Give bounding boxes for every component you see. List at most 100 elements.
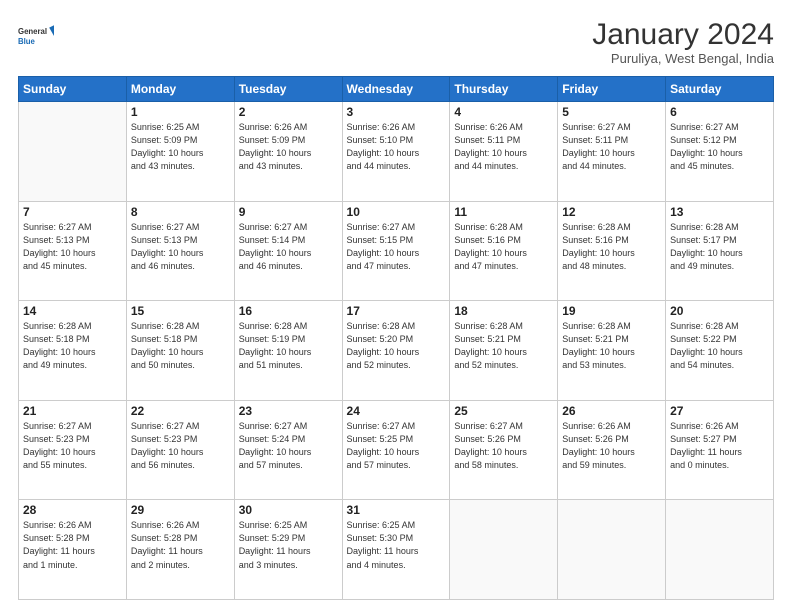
cell-info: Sunrise: 6:25 AMSunset: 5:09 PMDaylight:… [131, 121, 230, 173]
logo-svg: General Blue [18, 18, 54, 54]
calendar-cell: 10Sunrise: 6:27 AMSunset: 5:15 PMDayligh… [342, 201, 450, 301]
cell-info: Sunrise: 6:25 AMSunset: 5:30 PMDaylight:… [347, 519, 446, 571]
col-sunday: Sunday [19, 77, 127, 102]
cell-info: Sunrise: 6:27 AMSunset: 5:26 PMDaylight:… [454, 420, 553, 472]
cell-info: Sunrise: 6:28 AMSunset: 5:21 PMDaylight:… [562, 320, 661, 372]
calendar-cell: 15 Sunrise: 6:28 AMSunset: 5:18 PMDayligh… [126, 301, 234, 401]
cell-info: Sunrise: 6:27 AMSunset: 5:24 PMDaylight:… [239, 420, 338, 472]
calendar-cell: 20Sunrise: 6:28 AMSunset: 5:22 PMDayligh… [666, 301, 774, 401]
calendar-week-4: 21 Sunrise: 6:27 AMSunset: 5:23 PMDayligh… [19, 400, 774, 500]
col-friday: Friday [558, 77, 666, 102]
calendar-cell: 27 Sunrise: 6:26 AMSunset: 5:27 PMDayligh… [666, 400, 774, 500]
day-number: 26 [562, 404, 661, 418]
day-number: 7 [23, 205, 122, 219]
calendar-cell: 23 Sunrise: 6:27 AMSunset: 5:24 PMDayligh… [234, 400, 342, 500]
month-year-title: January 2024 [592, 18, 774, 51]
col-monday: Monday [126, 77, 234, 102]
col-thursday: Thursday [450, 77, 558, 102]
calendar-week-5: 28 Sunrise: 6:26 AMSunset: 5:28 PMDayligh… [19, 500, 774, 600]
day-number: 15 [131, 304, 230, 318]
day-number: 28 [23, 503, 122, 517]
cell-info: Sunrise: 6:28 AMSunset: 5:16 PMDaylight:… [454, 221, 553, 273]
day-number: 2 [239, 105, 338, 119]
cell-info: Sunrise: 6:28 AMSunset: 5:20 PMDaylight:… [347, 320, 446, 372]
cell-info: Sunrise: 6:26 AMSunset: 5:11 PMDaylight:… [454, 121, 553, 173]
day-number: 1 [131, 105, 230, 119]
calendar-cell [666, 500, 774, 600]
day-number: 25 [454, 404, 553, 418]
day-number: 22 [131, 404, 230, 418]
day-number: 5 [562, 105, 661, 119]
cell-info: Sunrise: 6:27 AMSunset: 5:13 PMDaylight:… [131, 221, 230, 273]
day-number: 12 [562, 205, 661, 219]
cell-info: Sunrise: 6:27 AMSunset: 5:14 PMDaylight:… [239, 221, 338, 273]
cell-info: Sunrise: 6:27 AMSunset: 5:23 PMDaylight:… [23, 420, 122, 472]
calendar-cell: 7 Sunrise: 6:27 AMSunset: 5:13 PMDaylight… [19, 201, 127, 301]
page: General Blue January 2024 Puruliya, West… [0, 0, 792, 612]
col-saturday: Saturday [666, 77, 774, 102]
cell-info: Sunrise: 6:28 AMSunset: 5:16 PMDaylight:… [562, 221, 661, 273]
header-row: Sunday Monday Tuesday Wednesday Thursday… [19, 77, 774, 102]
day-number: 19 [562, 304, 661, 318]
location-subtitle: Puruliya, West Bengal, India [592, 51, 774, 66]
calendar-cell: 26 Sunrise: 6:26 AMSunset: 5:26 PMDayligh… [558, 400, 666, 500]
title-block: January 2024 Puruliya, West Bengal, Indi… [592, 18, 774, 66]
calendar-cell: 3Sunrise: 6:26 AMSunset: 5:10 PMDaylight… [342, 102, 450, 202]
day-number: 30 [239, 503, 338, 517]
day-number: 17 [347, 304, 446, 318]
calendar-week-1: 1 Sunrise: 6:25 AMSunset: 5:09 PMDaylight… [19, 102, 774, 202]
day-number: 9 [239, 205, 338, 219]
cell-info: Sunrise: 6:27 AMSunset: 5:25 PMDaylight:… [347, 420, 446, 472]
day-number: 3 [347, 105, 446, 119]
cell-info: Sunrise: 6:28 AMSunset: 5:19 PMDaylight:… [239, 320, 338, 372]
cell-info: Sunrise: 6:26 AMSunset: 5:28 PMDaylight:… [131, 519, 230, 571]
cell-info: Sunrise: 6:26 AMSunset: 5:28 PMDaylight:… [23, 519, 122, 571]
calendar-week-3: 14Sunrise: 6:28 AMSunset: 5:18 PMDayligh… [19, 301, 774, 401]
calendar-cell: 2 Sunrise: 6:26 AMSunset: 5:09 PMDaylight… [234, 102, 342, 202]
svg-text:General: General [18, 27, 47, 36]
cell-info: Sunrise: 6:26 AMSunset: 5:27 PMDaylight:… [670, 420, 769, 472]
calendar-cell: 6Sunrise: 6:27 AMSunset: 5:12 PMDaylight… [666, 102, 774, 202]
day-number: 31 [347, 503, 446, 517]
cell-info: Sunrise: 6:27 AMSunset: 5:15 PMDaylight:… [347, 221, 446, 273]
calendar-cell: 31 Sunrise: 6:25 AMSunset: 5:30 PMDayligh… [342, 500, 450, 600]
day-number: 18 [454, 304, 553, 318]
day-number: 29 [131, 503, 230, 517]
day-number: 24 [347, 404, 446, 418]
calendar-cell: 14Sunrise: 6:28 AMSunset: 5:18 PMDayligh… [19, 301, 127, 401]
col-wednesday: Wednesday [342, 77, 450, 102]
day-number: 21 [23, 404, 122, 418]
day-number: 8 [131, 205, 230, 219]
day-number: 20 [670, 304, 769, 318]
calendar-cell: 18Sunrise: 6:28 AMSunset: 5:21 PMDayligh… [450, 301, 558, 401]
cell-info: Sunrise: 6:27 AMSunset: 5:23 PMDaylight:… [131, 420, 230, 472]
logo: General Blue [18, 18, 54, 54]
cell-info: Sunrise: 6:28 AMSunset: 5:18 PMDaylight:… [131, 320, 230, 372]
calendar-cell [19, 102, 127, 202]
calendar-cell [558, 500, 666, 600]
calendar-cell: 16 Sunrise: 6:28 AMSunset: 5:19 PMDayligh… [234, 301, 342, 401]
calendar-cell: 19 Sunrise: 6:28 AMSunset: 5:21 PMDayligh… [558, 301, 666, 401]
day-number: 11 [454, 205, 553, 219]
cell-info: Sunrise: 6:27 AMSunset: 5:13 PMDaylight:… [23, 221, 122, 273]
cell-info: Sunrise: 6:28 AMSunset: 5:18 PMDaylight:… [23, 320, 122, 372]
day-number: 6 [670, 105, 769, 119]
calendar-cell: 21 Sunrise: 6:27 AMSunset: 5:23 PMDayligh… [19, 400, 127, 500]
calendar-cell: 13 Sunrise: 6:28 AMSunset: 5:17 PMDayligh… [666, 201, 774, 301]
day-number: 4 [454, 105, 553, 119]
calendar-cell: 8 Sunrise: 6:27 AMSunset: 5:13 PMDaylight… [126, 201, 234, 301]
calendar-cell: 28 Sunrise: 6:26 AMSunset: 5:28 PMDayligh… [19, 500, 127, 600]
cell-info: Sunrise: 6:28 AMSunset: 5:17 PMDaylight:… [670, 221, 769, 273]
calendar-cell: 22 Sunrise: 6:27 AMSunset: 5:23 PMDayligh… [126, 400, 234, 500]
day-number: 13 [670, 205, 769, 219]
cell-info: Sunrise: 6:26 AMSunset: 5:09 PMDaylight:… [239, 121, 338, 173]
day-number: 27 [670, 404, 769, 418]
calendar-cell: 9 Sunrise: 6:27 AMSunset: 5:14 PMDaylight… [234, 201, 342, 301]
calendar-cell: 17 Sunrise: 6:28 AMSunset: 5:20 PMDayligh… [342, 301, 450, 401]
calendar-week-2: 7 Sunrise: 6:27 AMSunset: 5:13 PMDaylight… [19, 201, 774, 301]
day-number: 23 [239, 404, 338, 418]
cell-info: Sunrise: 6:26 AMSunset: 5:26 PMDaylight:… [562, 420, 661, 472]
day-number: 16 [239, 304, 338, 318]
calendar-cell: 12 Sunrise: 6:28 AMSunset: 5:16 PMDayligh… [558, 201, 666, 301]
cell-info: Sunrise: 6:25 AMSunset: 5:29 PMDaylight:… [239, 519, 338, 571]
